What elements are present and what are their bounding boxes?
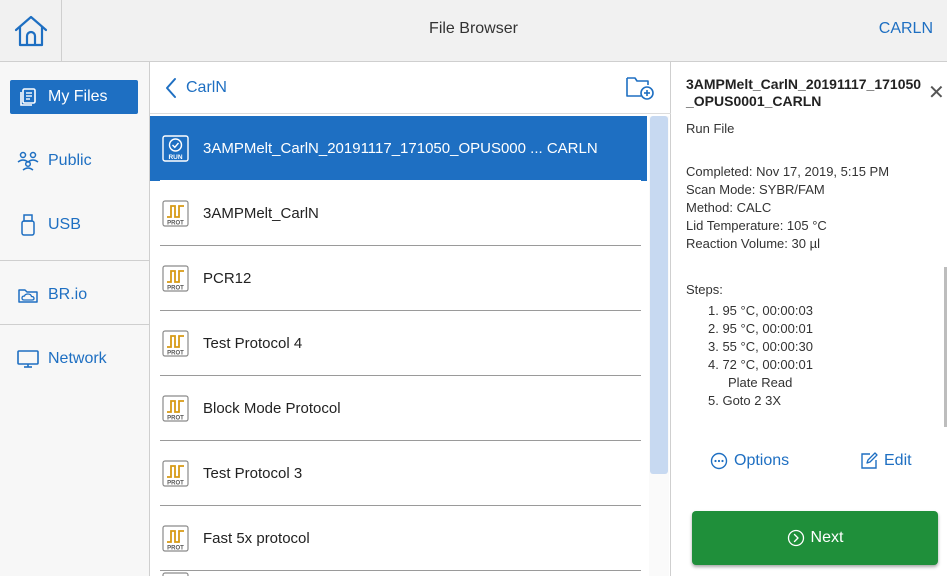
run-file-icon: RUN xyxy=(162,135,189,162)
sidebar-item-my-files[interactable]: My Files xyxy=(10,80,138,114)
svg-text:PROT: PROT xyxy=(167,416,184,422)
file-name: PCR12 xyxy=(203,270,252,287)
protocol-file-icon: PROT xyxy=(162,265,189,292)
sidebar-item-label: My Files xyxy=(48,88,108,105)
svg-text:PROT: PROT xyxy=(167,286,184,292)
partial-row-icon xyxy=(162,572,189,576)
protocol-file-icon: PROT xyxy=(162,200,189,227)
reaction-volume-text: Reaction Volume: 30 µl xyxy=(686,236,820,251)
edit-button[interactable]: Edit xyxy=(860,452,912,470)
steps-label: Steps: xyxy=(686,282,723,297)
edit-label: Edit xyxy=(884,452,912,469)
file-row[interactable]: PROT Test Protocol 4 xyxy=(150,311,647,376)
usb-icon xyxy=(14,214,42,236)
sidebar-item-public[interactable]: Public xyxy=(10,144,138,178)
sidebar-item-br-io[interactable]: BR.io xyxy=(10,278,138,312)
file-row[interactable]: PROT Test Protocol 3 xyxy=(150,441,647,506)
more-options-icon xyxy=(710,452,728,470)
step-item: 5. Goto 2 3X xyxy=(708,393,781,408)
step-item: 1. 95 °C, 00:00:03 xyxy=(708,303,813,318)
steps-list: 1. 95 °C, 00:00:03 2. 95 °C, 00:00:01 3.… xyxy=(708,302,813,410)
sidebar-item-usb[interactable]: USB xyxy=(10,208,138,242)
next-button[interactable]: Next xyxy=(692,511,938,565)
sidebar-item-label: BR.io xyxy=(48,286,88,303)
file-list-scrollbar[interactable] xyxy=(649,116,669,576)
sidebar-divider xyxy=(0,324,150,325)
sidebar: My Files Public USB BR.io Network xyxy=(0,62,150,576)
row-separator xyxy=(160,570,641,571)
file-row[interactable]: RUN 3AMPMelt_CarlN_20191117_171050_OPUS0… xyxy=(150,116,647,181)
step-item: 2. 95 °C, 00:00:01 xyxy=(708,321,813,336)
protocol-file-icon: PROT xyxy=(162,525,189,552)
detail-file-type: Run File xyxy=(686,121,735,136)
svg-text:RUN: RUN xyxy=(168,154,182,161)
svg-text:PROT: PROT xyxy=(167,351,184,357)
options-label: Options xyxy=(734,452,790,469)
svg-text:PROT: PROT xyxy=(167,221,184,227)
people-icon xyxy=(14,151,42,171)
next-arrow-icon xyxy=(787,529,804,547)
edit-icon xyxy=(861,452,878,469)
step-item: 3. 55 °C, 00:00:30 xyxy=(708,339,813,354)
chevron-left-icon xyxy=(166,78,176,98)
detail-file-title: 3AMPMelt_CarlN_20191117_171050_OPUS0001_… xyxy=(686,76,922,109)
sidebar-item-network[interactable]: Network xyxy=(10,342,138,376)
file-detail-panel: 3AMPMelt_CarlN_20191117_171050_OPUS0001_… xyxy=(672,62,947,576)
file-list-panel: CarlN RUN 3AMPMelt_CarlN_20191117_171050… xyxy=(150,62,671,576)
my-files-icon xyxy=(14,87,42,107)
completed-text: Completed: Nov 17, 2019, 5:15 PM xyxy=(686,164,890,179)
back-button[interactable]: CarlN xyxy=(164,75,227,101)
file-list-header: CarlN xyxy=(150,62,671,114)
cloud-folder-icon xyxy=(14,285,42,305)
file-name: Test Protocol 3 xyxy=(203,465,303,482)
page-title: File Browser xyxy=(429,20,518,37)
close-icon[interactable]: ✕ xyxy=(928,80,945,105)
sidebar-item-label: USB xyxy=(48,216,81,233)
protocol-file-icon: PROT xyxy=(162,330,189,357)
new-folder-button[interactable] xyxy=(624,72,656,102)
file-name: Fast 5x protocol xyxy=(203,530,310,547)
next-label: Next xyxy=(810,529,844,546)
file-row[interactable]: PROT PCR12 xyxy=(150,246,647,311)
current-folder-label: CarlN xyxy=(186,79,227,96)
sidebar-item-label: Network xyxy=(48,350,107,367)
file-name: Test Protocol 4 xyxy=(203,335,303,352)
file-row[interactable]: PROT Fast 5x protocol xyxy=(150,506,647,571)
method-text: Method: CALC xyxy=(686,200,772,215)
sidebar-divider xyxy=(0,260,150,261)
monitor-icon xyxy=(14,349,42,369)
sidebar-item-label: Public xyxy=(48,152,92,169)
header-bar: File Browser CARLN xyxy=(0,0,947,62)
step-item: Plate Read xyxy=(728,375,793,390)
options-button[interactable]: Options xyxy=(710,452,789,470)
file-name: Block Mode Protocol xyxy=(203,400,341,417)
svg-text:PROT: PROT xyxy=(167,481,184,487)
file-row[interactable]: PROT Block Mode Protocol xyxy=(150,376,647,441)
protocol-file-icon: PROT xyxy=(162,395,189,422)
file-row[interactable]: PROT 3AMPMelt_CarlN xyxy=(150,181,647,246)
step-item: 4. 72 °C, 00:00:01 xyxy=(708,357,813,372)
new-folder-icon xyxy=(626,77,654,100)
user-name[interactable]: CARLN xyxy=(879,20,933,38)
lid-temperature-text: Lid Temperature: 105 °C xyxy=(686,218,827,233)
svg-text:PROT: PROT xyxy=(167,546,184,552)
file-name: 3AMPMelt_CarlN xyxy=(203,205,319,222)
file-name: 3AMPMelt_CarlN_20191117_171050_OPUS000 .… xyxy=(203,140,598,157)
scan-mode-text: Scan Mode: SYBR/FAM xyxy=(686,182,825,197)
detail-run-info: Completed: Nov 17, 2019, 5:15 PM Scan Mo… xyxy=(686,163,889,253)
protocol-file-icon: PROT xyxy=(162,460,189,487)
scrollbar-thumb[interactable] xyxy=(650,116,668,474)
